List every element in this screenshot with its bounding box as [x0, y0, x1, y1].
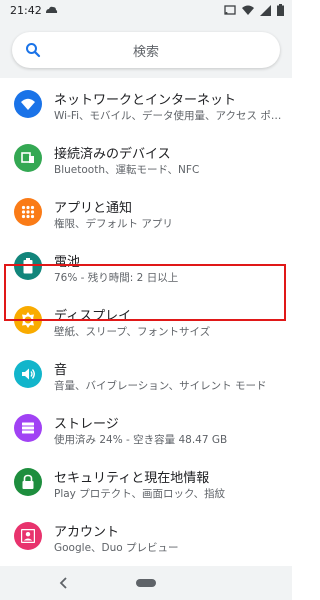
settings-item-storage[interactable]: ストレージ 使用済み 24% - 空き容量 48.47 GB — [0, 402, 292, 456]
item-subtitle: Google、Duo プレビュー — [54, 542, 179, 554]
settings-item-connected-devices[interactable]: 接続済みのデバイス Bluetooth、運転モード、NFC — [0, 132, 292, 186]
item-subtitle: 使用済み 24% - 空き容量 48.47 GB — [54, 434, 228, 446]
settings-item-sound[interactable]: 音 音量、バイブレーション、サイレント モード — [0, 348, 292, 402]
sound-icon — [14, 360, 42, 388]
item-title: 接続済みのデバイス — [54, 147, 171, 162]
item-title: セキュリティと現在地情報 — [54, 471, 210, 486]
settings-item-accounts[interactable]: アカウント Google、Duo プレビュー — [0, 510, 292, 564]
wifi-signal-icon — [242, 5, 254, 15]
lock-icon — [14, 468, 42, 496]
wifi-icon — [14, 90, 42, 118]
highlight-frame — [4, 264, 286, 321]
item-subtitle: Wi-Fi、モバイル、データ使用量、アクセス ポ… — [54, 110, 282, 122]
account-icon — [14, 522, 42, 550]
settings-item-network[interactable]: ネットワークとインターネット Wi-Fi、モバイル、データ使用量、アクセス ポ… — [0, 78, 292, 132]
status-time: 21:42 — [10, 4, 42, 17]
search-bar[interactable]: 検索 — [12, 32, 280, 68]
item-subtitle: Play プロテクト、画面ロック、指紋 — [54, 488, 226, 500]
item-title: アカウント — [54, 525, 120, 540]
storage-icon — [14, 414, 42, 442]
connected-devices-icon — [14, 144, 42, 172]
settings-item-apps[interactable]: アプリと通知 権限、デフォルト アプリ — [0, 186, 292, 240]
item-title: ストレージ — [54, 417, 119, 432]
item-title: 音 — [54, 363, 68, 378]
cloud-upload-icon — [46, 6, 58, 13]
item-subtitle: 音量、バイブレーション、サイレント モード — [54, 380, 267, 392]
back-icon[interactable] — [58, 576, 70, 590]
cell-signal-icon — [260, 4, 271, 16]
item-subtitle: Bluetooth、運転モード、NFC — [54, 164, 200, 176]
item-title: ネットワークとインターネット — [54, 93, 237, 108]
search-area: 検索 — [0, 22, 292, 78]
navigation-bar — [0, 566, 292, 600]
status-bar: 21:42 — [0, 0, 292, 22]
cast-icon — [224, 4, 236, 15]
settings-item-security[interactable]: セキュリティと現在地情報 Play プロテクト、画面ロック、指紋 — [0, 456, 292, 510]
apps-icon — [14, 198, 42, 226]
item-title: アプリと通知 — [54, 201, 133, 216]
item-subtitle: 権限、デフォルト アプリ — [54, 218, 173, 230]
battery-status-icon — [277, 4, 284, 16]
home-pill[interactable] — [136, 579, 156, 587]
item-subtitle: 壁紙、スリープ、フォントサイズ — [54, 326, 211, 338]
search-placeholder: 検索 — [132, 45, 159, 60]
status-icons — [224, 4, 284, 16]
